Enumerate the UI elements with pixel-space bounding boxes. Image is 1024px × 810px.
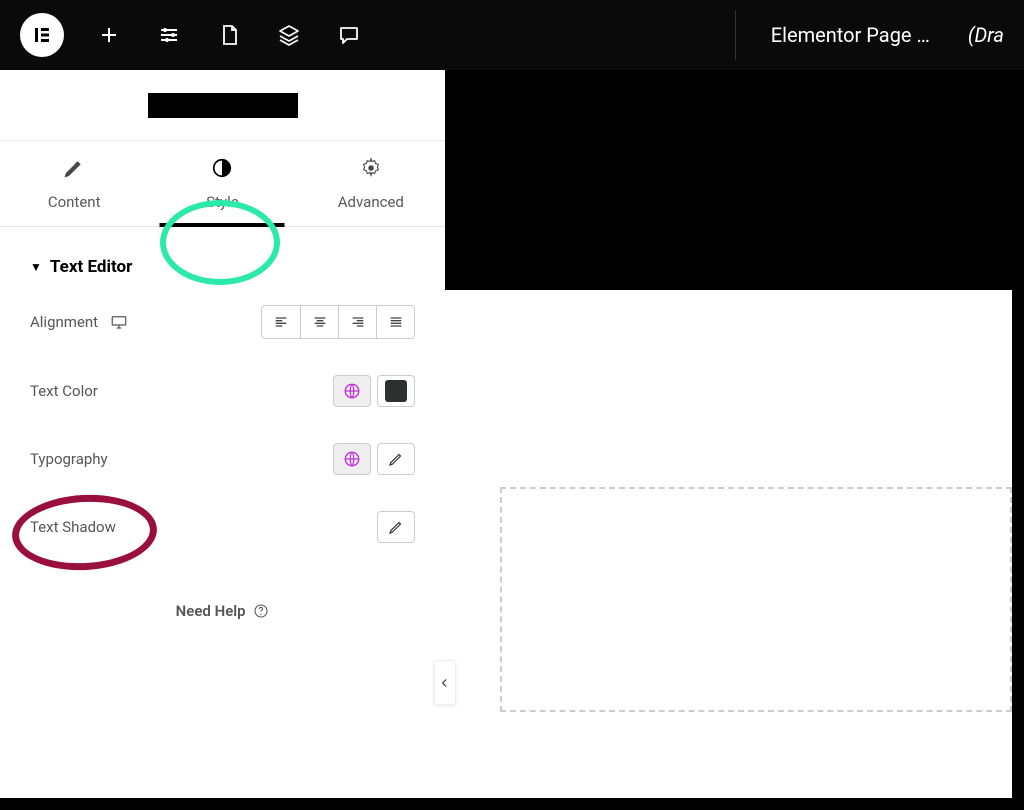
- chevron-left-icon: [438, 676, 452, 690]
- tab-style[interactable]: Style: [148, 141, 296, 226]
- section-title-label: Text Editor: [50, 257, 132, 277]
- text-color-row: Text Color: [0, 357, 445, 425]
- pencil-icon: [387, 450, 405, 468]
- align-justify-button[interactable]: [376, 306, 414, 338]
- contrast-icon: [211, 157, 233, 183]
- caret-down-icon: ▼: [30, 260, 42, 274]
- text-shadow-label: Text Shadow: [30, 518, 116, 536]
- typography-row: Typography: [0, 425, 445, 493]
- page-title: Elementor Page …: [771, 23, 930, 47]
- help-label: Need Help: [176, 602, 246, 620]
- panel-header: [0, 70, 445, 140]
- tab-style-label: Style: [206, 193, 239, 211]
- notes-button[interactable]: [334, 20, 364, 50]
- help-icon: [253, 603, 269, 619]
- tab-content-label: Content: [48, 193, 101, 211]
- tab-advanced-label: Advanced: [338, 193, 404, 211]
- widget-title-redacted: [148, 93, 298, 118]
- pencil-icon: [387, 518, 405, 536]
- settings-toggle-button[interactable]: [154, 20, 184, 50]
- draft-label: (Dra: [968, 23, 1004, 47]
- typography-label: Typography: [30, 450, 108, 468]
- alignment-label: Alignment: [30, 313, 98, 331]
- collapse-panel-button[interactable]: [434, 660, 456, 705]
- text-shadow-edit-button[interactable]: [377, 511, 415, 543]
- tab-advanced[interactable]: Advanced: [297, 141, 445, 226]
- text-shadow-row: Text Shadow: [0, 493, 445, 561]
- alignment-row: Alignment: [0, 287, 445, 357]
- toolbar-divider: [735, 10, 736, 60]
- help-link[interactable]: Need Help: [0, 561, 445, 640]
- alignment-choices: [261, 305, 415, 339]
- add-button[interactable]: [94, 20, 124, 50]
- text-color-global-button[interactable]: [333, 375, 371, 407]
- panel-tabs: Content Style Advanced: [0, 140, 445, 227]
- sliders-icon: [157, 23, 181, 47]
- elementor-logo[interactable]: [20, 13, 64, 57]
- elementor-icon: [30, 23, 54, 47]
- typography-edit-button[interactable]: [377, 443, 415, 475]
- align-left-button[interactable]: [262, 306, 300, 338]
- globe-icon: [343, 450, 361, 468]
- preview-header-area: [445, 70, 1012, 290]
- section-header[interactable]: ▼ Text Editor: [0, 227, 445, 287]
- typography-global-button[interactable]: [333, 443, 371, 475]
- desktop-icon[interactable]: [110, 313, 128, 331]
- layers-icon: [277, 23, 301, 47]
- scrollbar-thumb[interactable]: [1016, 263, 1024, 277]
- page-settings-button[interactable]: [214, 20, 244, 50]
- drop-area[interactable]: [500, 487, 1012, 712]
- gear-icon: [360, 157, 382, 183]
- editor-panel: Content Style Advanced ▼ Text Editor Ali…: [0, 70, 445, 798]
- document-icon: [217, 23, 241, 47]
- structure-button[interactable]: [274, 20, 304, 50]
- top-toolbar: Elementor Page … (Dra: [0, 0, 1024, 70]
- text-color-label: Text Color: [30, 382, 98, 400]
- chat-icon: [337, 23, 361, 47]
- plus-icon: [97, 23, 121, 47]
- color-swatch: [385, 380, 407, 402]
- tab-content[interactable]: Content: [0, 141, 148, 226]
- text-color-picker-button[interactable]: [377, 375, 415, 407]
- align-center-button[interactable]: [300, 306, 338, 338]
- align-right-button[interactable]: [338, 306, 376, 338]
- pencil-icon: [63, 157, 85, 183]
- globe-icon: [343, 382, 361, 400]
